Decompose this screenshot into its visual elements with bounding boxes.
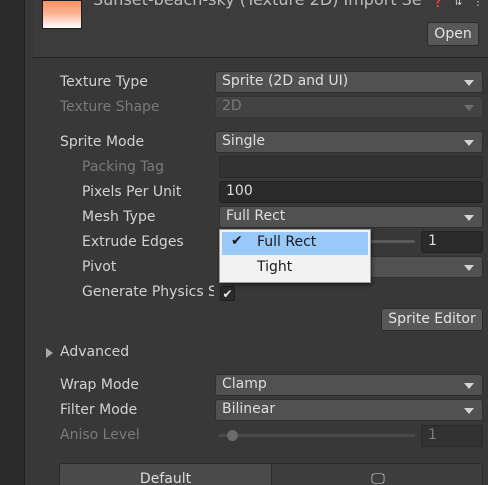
pivot-label: Pivot <box>82 259 117 275</box>
menu-item-label: Tight <box>257 259 293 275</box>
aniso-level-label: Aniso Level <box>60 427 140 443</box>
sprite-mode-value: Single <box>222 133 266 149</box>
advanced-foldout-icon[interactable] <box>46 348 53 358</box>
extrude-edges-label: Extrude Edges <box>82 234 184 250</box>
preset-icon[interactable]: ⇅ <box>451 0 465 9</box>
advanced-foldout-label[interactable]: Advanced <box>60 344 129 360</box>
checkmark-icon: ✔ <box>222 287 233 301</box>
sprite-editor-button[interactable]: Sprite Editor <box>381 308 483 331</box>
more-options-icon[interactable]: ⋮ <box>471 0 485 9</box>
open-button[interactable]: Open <box>427 22 479 46</box>
extrude-edges-field[interactable]: 1 <box>421 231 483 253</box>
aniso-level-slider-thumb <box>227 430 238 441</box>
texture-type-label: Texture Type <box>60 74 148 90</box>
mesh-type-popup-menu: ✔ Full Rect Tight <box>219 229 371 283</box>
chevron-down-icon <box>464 265 474 271</box>
chevron-down-icon <box>464 80 474 86</box>
texture-type-dropdown[interactable]: Sprite (2D and UI) <box>215 71 483 93</box>
texture-shape-dropdown: 2D <box>215 96 483 118</box>
texture-type-value: Sprite (2D and UI) <box>222 73 349 89</box>
chevron-down-icon <box>464 408 474 414</box>
mesh-type-dropdown[interactable]: Full Rect <box>219 206 483 228</box>
filter-mode-label: Filter Mode <box>60 402 138 418</box>
mesh-type-label: Mesh Type <box>82 209 156 225</box>
menu-item-label: Full Rect <box>257 234 317 250</box>
texture-shape-label: Texture Shape <box>60 99 160 115</box>
aniso-level-slider <box>219 434 415 437</box>
texture-shape-value: 2D <box>222 98 242 114</box>
menu-item-full-rect[interactable]: ✔ Full Rect <box>222 232 368 255</box>
packing-tag-label: Packing Tag <box>82 159 164 175</box>
wrap-mode-value: Clamp <box>222 376 267 392</box>
aniso-level-value: 1 <box>428 427 437 443</box>
wrap-mode-label: Wrap Mode <box>60 377 140 393</box>
chevron-down-icon <box>464 105 474 111</box>
tab-default[interactable]: Default <box>60 464 272 485</box>
sprite-mode-label: Sprite Mode <box>60 134 145 150</box>
left-panel-edge <box>0 0 25 485</box>
tab-standalone[interactable]: 🖵 <box>272 464 482 485</box>
inspector-header: Sunset-beach-sky (Texture 2D) Import Se … <box>33 0 488 58</box>
texture-thumbnail <box>42 0 82 29</box>
generate-physics-shape-label: Generate Physics S <box>82 284 214 300</box>
asset-title: Sunset-beach-sky (Texture 2D) Import Se <box>93 0 422 9</box>
sprite-mode-dropdown[interactable]: Single <box>215 131 483 153</box>
menu-item-tight[interactable]: Tight <box>222 257 368 280</box>
filter-mode-dropdown[interactable]: Bilinear <box>215 399 483 421</box>
extrude-edges-value: 1 <box>428 233 437 249</box>
chevron-down-icon <box>464 140 474 146</box>
wrap-mode-dropdown[interactable]: Clamp <box>215 374 483 396</box>
help-icon[interactable]: ❓ <box>431 0 445 9</box>
platform-tabs: Default 🖵 <box>59 463 483 485</box>
pixels-per-unit-value: 100 <box>226 183 253 199</box>
chevron-down-icon <box>464 383 474 389</box>
chevron-down-icon <box>464 215 474 221</box>
checkmark-icon: ✔ <box>231 233 243 249</box>
pixels-per-unit-label: Pixels Per Unit <box>82 184 182 200</box>
mesh-type-value: Full Rect <box>226 208 286 224</box>
aniso-level-field: 1 <box>421 425 483 447</box>
monitor-icon: 🖵 <box>371 471 385 485</box>
packing-tag-field <box>219 156 483 178</box>
pixels-per-unit-field[interactable]: 100 <box>219 181 483 203</box>
generate-physics-shape-checkbox[interactable]: ✔ <box>220 286 235 301</box>
filter-mode-value: Bilinear <box>222 401 276 417</box>
